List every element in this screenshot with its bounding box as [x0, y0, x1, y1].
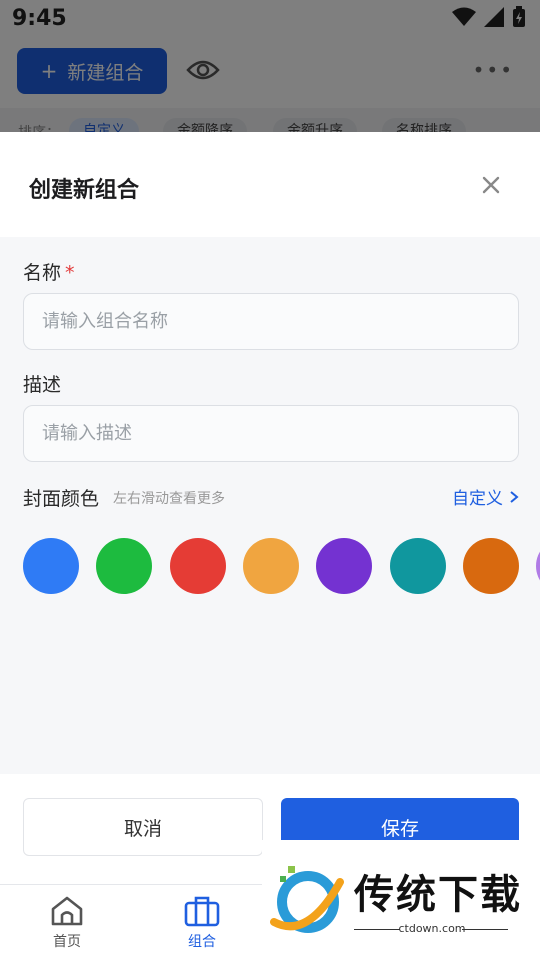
cover-color-row: 封面颜色 左右滑动查看更多 自定义	[23, 484, 519, 514]
color-swatch[interactable]	[389, 538, 446, 594]
required-mark: *	[65, 262, 75, 284]
color-swatch[interactable]	[242, 538, 299, 594]
custom-color-label: 自定义	[452, 489, 503, 509]
close-icon[interactable]	[478, 172, 504, 198]
briefcase-icon	[184, 896, 220, 927]
description-label: 描述	[23, 374, 62, 396]
create-group-sheet: 创建新组合 名称* 描述 封面颜色 左右滑动查看更多 自定义 取消 保存	[0, 132, 540, 960]
cancel-button[interactable]: 取消	[23, 798, 263, 856]
watermark-text: 传统下载	[354, 872, 522, 918]
custom-color-link[interactable]: 自定义	[452, 484, 519, 509]
nav-group-label: 组合	[188, 934, 216, 950]
nav-home-label: 首页	[53, 934, 81, 950]
color-swatch[interactable]	[462, 538, 519, 594]
background-app: 9:45 + 新建组合 ••• 排序： 自定义 金额降序 金额升序 名称排序	[0, 0, 540, 144]
description-input[interactable]	[23, 405, 519, 462]
name-input[interactable]	[23, 293, 519, 350]
sheet-header: 创建新组合	[0, 132, 540, 237]
chevron-right-icon	[510, 490, 519, 503]
nav-item-home[interactable]: 首页	[27, 895, 107, 951]
home-icon	[51, 896, 83, 926]
color-swatch[interactable]	[169, 538, 226, 594]
color-swatch-list[interactable]	[23, 538, 540, 598]
color-swatch[interactable]	[23, 538, 79, 594]
modal-overlay[interactable]	[0, 0, 540, 140]
color-swatch[interactable]	[536, 538, 540, 594]
name-label: 名称 *	[23, 258, 75, 285]
watermark-divider-right	[462, 929, 508, 930]
cover-color-label: 封面颜色	[23, 488, 100, 510]
nav-item-group[interactable]: 组合	[162, 895, 242, 951]
name-label-text: 名称	[23, 262, 62, 284]
sheet-title: 创建新组合	[29, 178, 140, 203]
cover-color-hint: 左右滑动查看更多	[113, 491, 225, 507]
color-swatch[interactable]	[316, 538, 373, 594]
color-swatch[interactable]	[96, 538, 153, 594]
watermark: 传统下载 ctdown.com	[262, 840, 540, 960]
ctdown-logo-icon	[270, 866, 344, 933]
